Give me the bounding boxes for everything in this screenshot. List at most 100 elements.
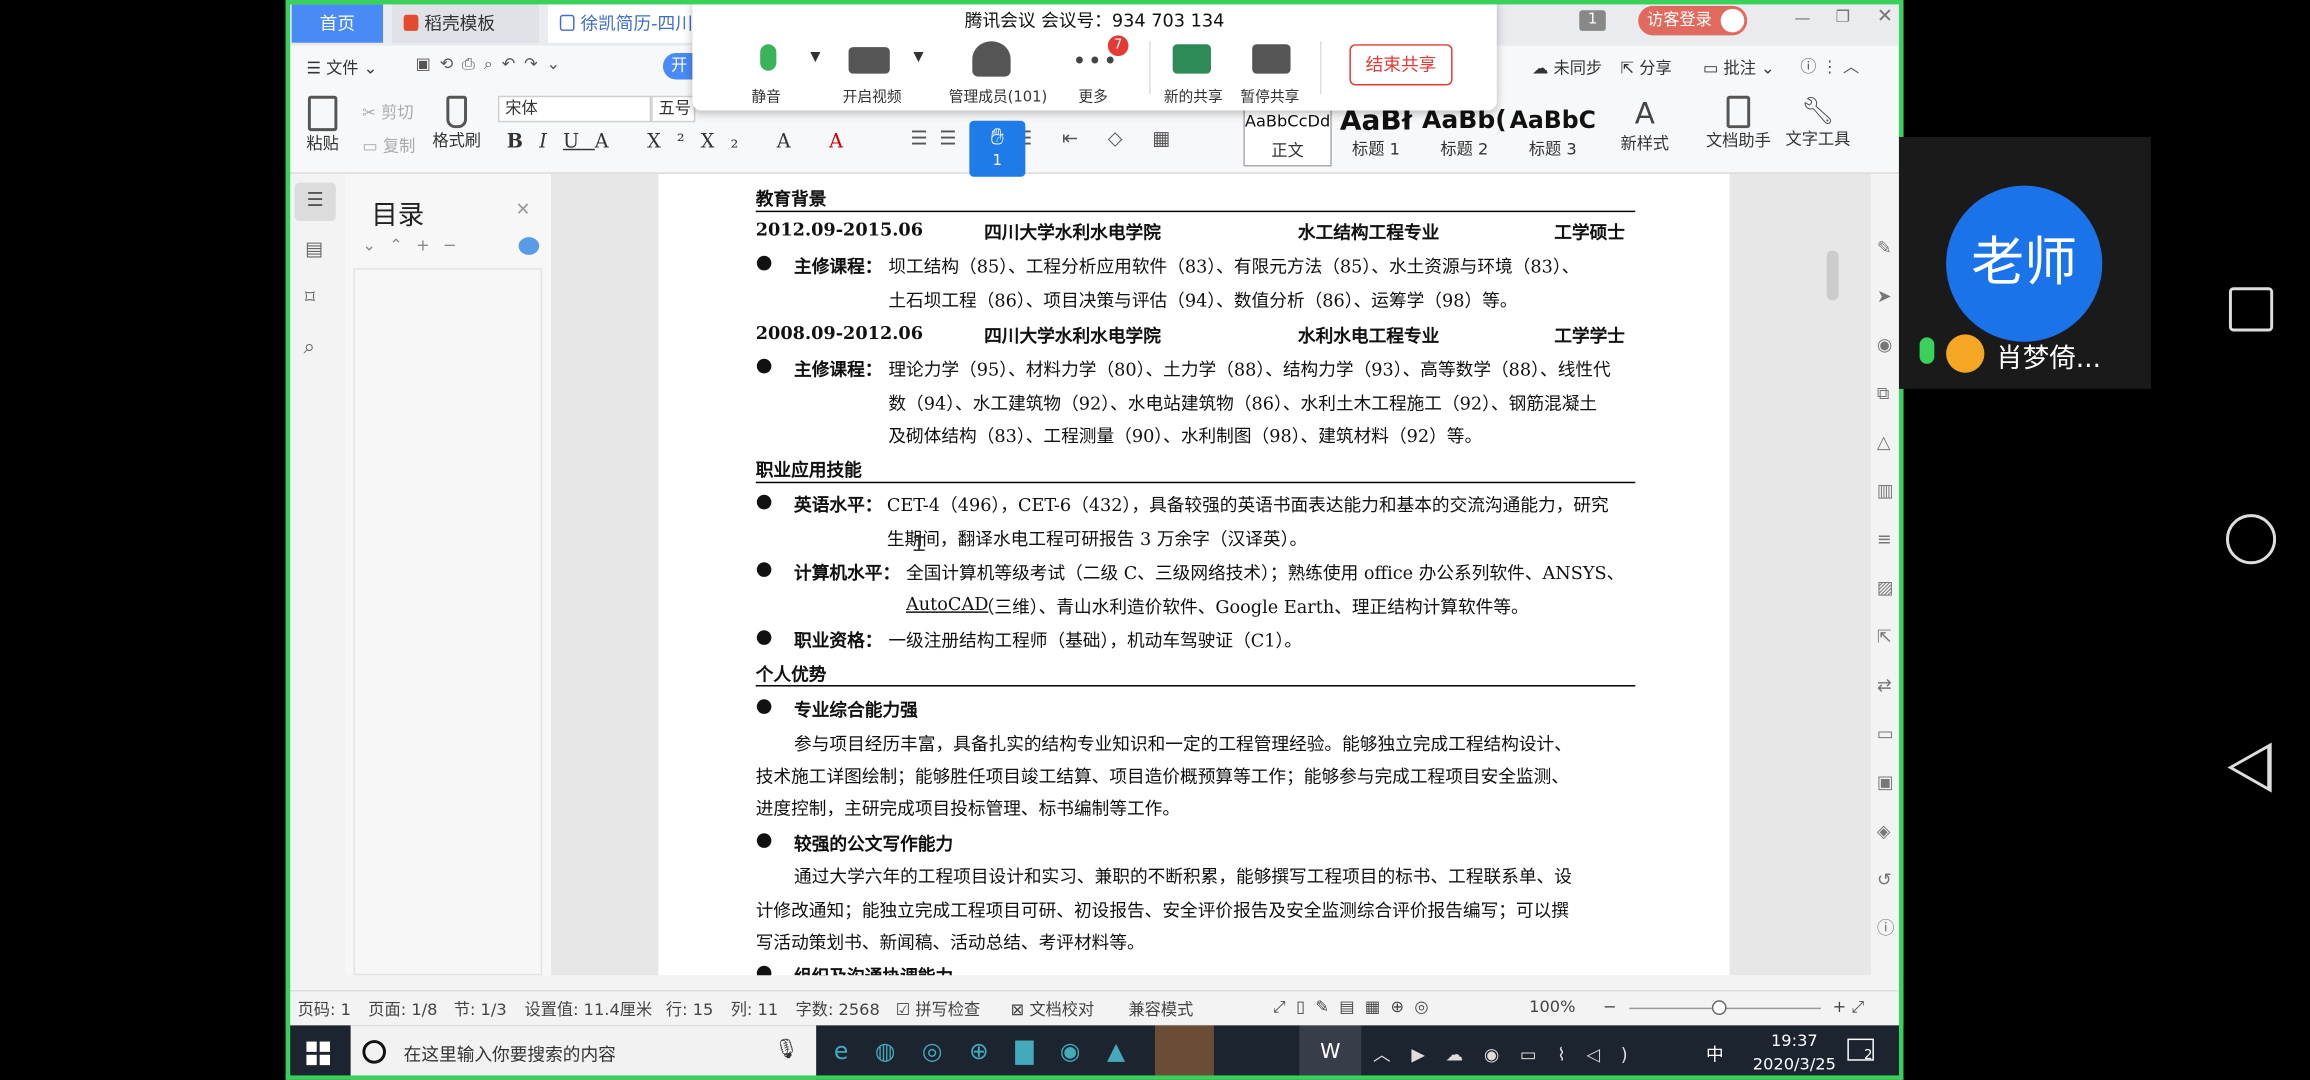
font-format-row[interactable]: BIUA X²X₂ A A [507, 131, 859, 153]
taskbar-apps[interactable]: e◍◎⊕▇◉▲ [834, 1037, 1152, 1065]
style-heading3-preview: AaBbC [1509, 106, 1596, 135]
minimize-button[interactable]: — [1794, 9, 1810, 28]
right-tool-icons[interactable]: ✎ ➤ ◉ ⧉ △ ▥ ≡ ▨ ⇱ ⇄ ▭ ▣ ◈ ↺ ⓘ [1877, 224, 1898, 953]
style-heading2[interactable]: AaBb(标题 2 [1420, 102, 1508, 167]
comment-label: 批注 [1723, 58, 1756, 79]
window-count-badge[interactable]: 1 [1579, 10, 1606, 31]
style-heading1[interactable]: AaBł 标题 1 [1332, 102, 1420, 167]
document-page[interactable]: 教育背景 2012.09-2015.06 四川大学水利水电学院 水工结构工程专业… [658, 173, 1730, 976]
compat-mode: 兼容模式 [1128, 1000, 1194, 1020]
new-share-icon[interactable] [1172, 44, 1211, 74]
tray-icons[interactable]: ︿▶☁◉▭⌇◁) [1373, 1042, 1648, 1067]
heading-skills: 职业应用技能 [755, 459, 862, 481]
tab-templates[interactable]: 稻壳模板 [391, 4, 540, 43]
toc-rail-icon[interactable]: ☰ [294, 182, 336, 221]
format-painter-label: 格式刷 [432, 131, 481, 151]
toc-close-icon[interactable]: ✕ [516, 199, 531, 220]
tab-document[interactable]: 徐凯简历-四川大 [548, 4, 696, 72]
cut-button[interactable]: ✂ 剪切 [362, 100, 413, 124]
microphone-icon[interactable]: 🎙︎ [774, 1039, 798, 1061]
toc-smart-icon[interactable] [518, 237, 540, 255]
meeting-toolbar: 腾讯会议 会议号：934 703 134 静音 ▼ 开启视频 ▼ 管理成员(10… [692, 0, 1497, 111]
computer-l1: 全国计算机等级考试（二级 C、三级网络技术）；熟练使用 office 办公系列软… [906, 562, 1625, 584]
help-icon[interactable]: ⓘ ⋮ ︿ [1800, 55, 1859, 79]
meeting-divider [1319, 41, 1322, 95]
wps-taskbar-icon[interactable]: W [1299, 1025, 1362, 1080]
notification-icon[interactable]: 2 [1847, 1038, 1874, 1064]
zoom-slider-thumb[interactable] [1711, 1000, 1727, 1016]
search-rail-icon[interactable]: ⌕ [303, 336, 315, 360]
edu2-major: 水利水电工程专业 [1297, 325, 1440, 347]
paste-button[interactable]: 粘贴 [301, 95, 345, 155]
pages-rail-icon[interactable]: ▤ [305, 239, 323, 261]
adv2-title: 较强的公文写作能力 [794, 833, 954, 855]
tab-home[interactable]: 首页 [291, 4, 384, 43]
more-badge: 7 [1107, 35, 1129, 56]
format-painter-button[interactable]: 格式刷 [430, 95, 483, 152]
text-tools-button[interactable]: 🔧︎ 文字工具 [1786, 96, 1851, 151]
cortana-icon [362, 1040, 386, 1064]
android-recents-button[interactable] [2228, 287, 2274, 332]
toc-title: 目录 [371, 200, 425, 232]
raise-hand-button[interactable]: ✋︎ 1 [969, 120, 1026, 177]
font-family-select[interactable]: 宋体 [497, 95, 652, 123]
edu2-school: 四川大学水利水电学院 [984, 325, 1161, 347]
ime-indicator[interactable]: 中 [1706, 1042, 1724, 1067]
style-normal[interactable]: AaBbCcDd 正文 [1243, 101, 1332, 167]
bullet: ● [755, 626, 773, 649]
close-window-button[interactable]: ✕ [1877, 6, 1893, 28]
bullet: ● [755, 490, 773, 513]
adv1-l2: 技术施工详图绘制；能够胜任项目竣工结算、项目造价概预算等工作；能够参与完成工程项… [755, 766, 1569, 787]
sync-status[interactable]: ☁ 未同步 [1532, 56, 1602, 80]
quick-access-icons[interactable]: ▣⟲⎙⌕↶↷⌄ [415, 55, 569, 76]
pause-share-icon[interactable] [1252, 44, 1291, 74]
view-mode-icons[interactable]: ⤢▯✎▤▦⊕◎ [1273, 997, 1439, 1018]
clock-date[interactable]: 2020/3/25 [1750, 1055, 1838, 1074]
toc-panel: 目录 ✕ ⌄⌃+− [344, 173, 551, 976]
pause-share-label: 暂停共享 [1240, 89, 1300, 107]
computer-l2: （三维）、青山水利造价软件、Google Earth、理正结构计算软件等。 [976, 596, 1529, 618]
mute-dropdown-icon[interactable]: ▼ [810, 50, 820, 65]
scrollbar-thumb[interactable] [1826, 250, 1839, 301]
end-share-button[interactable]: 结束共享 [1349, 44, 1453, 86]
style-heading3[interactable]: AaBbC 标题 3 [1509, 102, 1597, 167]
kai-button[interactable]: 开 [662, 53, 696, 80]
text-cursor-icon: Ɪ [913, 533, 925, 557]
taskbar-search[interactable]: 在这里输入你要搜索的内容 🎙︎ [350, 1025, 817, 1080]
new-style-button[interactable]: A 新样式 [1621, 96, 1670, 155]
copy-button[interactable]: ▭ 复制 [362, 134, 415, 158]
windows-taskbar: 在这里输入你要搜索的内容 🎙︎ e◍◎⊕▇◉▲ W ︿▶☁◉▭⌇◁) 中 19:… [285, 1025, 1904, 1080]
paragraph-row[interactable]: ☰☰ ☰☰ ⇤ ◇ ▦ [910, 128, 1182, 150]
zoom-icons[interactable]: − [1603, 997, 1617, 1016]
video-dropdown-icon[interactable]: ▼ [913, 50, 923, 65]
video-off-icon[interactable] [848, 47, 890, 74]
proofread-button[interactable]: ⊠ 文档校对 [1011, 997, 1095, 1021]
windows-start-icon[interactable] [306, 1041, 330, 1066]
zoom-in-icon[interactable]: + ⤢ [1833, 997, 1865, 1018]
spell-check-button[interactable]: ☑ 拼写检查 [896, 997, 981, 1021]
guest-login-button[interactable]: 访客登录 [1638, 5, 1748, 36]
zoom-level[interactable]: 100% [1529, 997, 1575, 1016]
status-section: 节: 1/3 [453, 1000, 507, 1020]
qualification-label: 职业资格： [794, 630, 883, 652]
file-menu[interactable]: ☰ 文件 ⌄ [306, 56, 377, 80]
status-page-code: 页码: 1 [297, 1000, 351, 1020]
doc-assistant-button[interactable]: 文档助手 [1706, 95, 1771, 152]
comment-button[interactable]: ▭ 批注 ⌄ [1703, 56, 1775, 80]
share-button[interactable]: ⇱ 分享 [1621, 56, 1672, 80]
status-words[interactable]: 字数: 2568 [796, 997, 880, 1021]
status-page[interactable]: 页面: 1/8 [368, 997, 437, 1021]
bullet: ● [755, 695, 773, 718]
more-label: 更多 [1078, 89, 1108, 107]
maximize-button[interactable]: ❐ [1836, 7, 1851, 26]
participant-tile[interactable]: 老师 肖梦倚... [1898, 137, 2151, 389]
share-label: 分享 [1639, 58, 1672, 79]
font-size-select[interactable]: 五号 [651, 95, 696, 123]
clock-time[interactable]: 19:37 [1750, 1031, 1838, 1050]
mute-button[interactable] [748, 41, 786, 79]
members-icon[interactable] [972, 41, 1011, 77]
toc-tool-icons[interactable]: ⌄⌃+− [362, 236, 469, 255]
android-home-button[interactable] [2226, 514, 2277, 565]
bookmark-rail-icon[interactable]: ⌑ [305, 287, 315, 309]
cut-label: 剪切 [381, 103, 414, 123]
